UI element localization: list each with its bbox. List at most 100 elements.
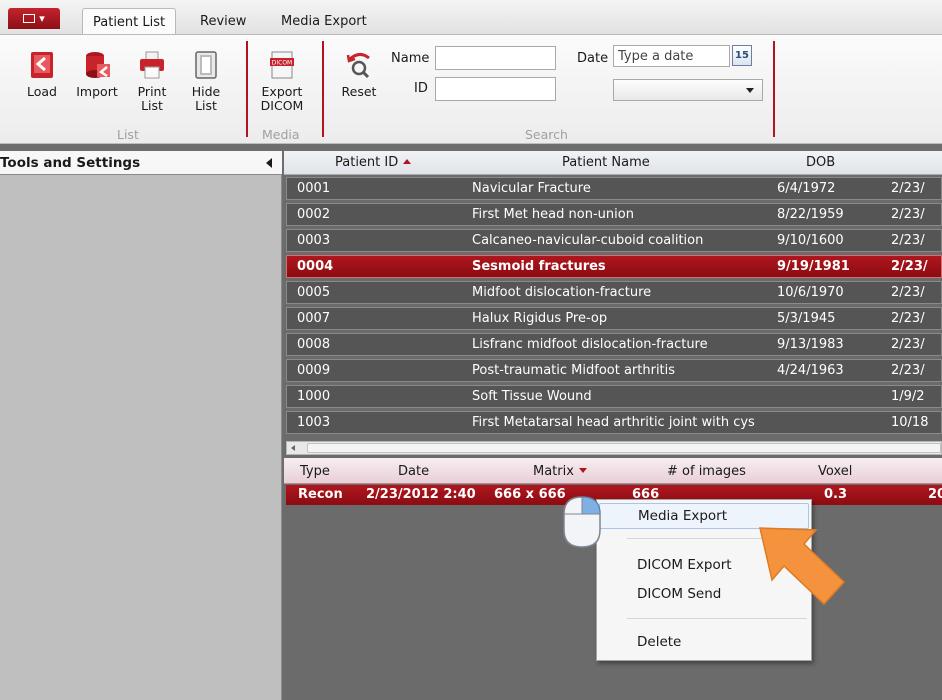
patient-row[interactable]: 1003 First Metatarsal head arthritic joi…: [286, 411, 942, 434]
column-header-patient-name[interactable]: Patient Name: [562, 155, 650, 170]
patient-row-selected[interactable]: 0004 Sesmoid fractures 9/19/1981 2/23/: [286, 255, 942, 278]
calendar-icon[interactable]: 15: [732, 45, 752, 66]
patient-row[interactable]: 0003 Calcaneo-navicular-cuboid coalition…: [286, 229, 942, 252]
ribbon: Load Import Print List Hide List List DI…: [0, 34, 942, 144]
search-filter-combobox[interactable]: [613, 79, 763, 101]
patient-date-cell: 2/23/: [891, 337, 925, 352]
horizontal-scrollbar[interactable]: [286, 441, 942, 455]
tab-patient-list[interactable]: Patient List: [82, 8, 177, 35]
export-dicom-line1: Export: [261, 84, 303, 99]
patient-id-cell: 0007: [297, 311, 331, 326]
patient-name-cell: Post-traumatic Midfoot arthritis: [472, 363, 676, 378]
load-button[interactable]: Load: [24, 50, 60, 99]
scrollbar-thumb[interactable]: [307, 443, 941, 453]
dicom-file-icon: DICOM: [270, 51, 294, 79]
patient-name-cell: Soft Tissue Wound: [472, 389, 592, 404]
series-voxel-cell: 0.3: [824, 487, 848, 502]
patient-dob-cell: 9/10/1600: [777, 233, 844, 248]
patient-grid-header: Patient ID Patient Name DOB: [284, 151, 942, 175]
print-list-button[interactable]: Print List: [134, 50, 170, 113]
menu-item-dicom-export[interactable]: DICOM Export: [637, 557, 732, 573]
patient-row[interactable]: 0001 Navicular Fracture 6/4/1972 2/23/: [286, 177, 942, 200]
chevron-down-icon: [746, 88, 754, 93]
hide-list-icon: [195, 51, 217, 79]
patient-date-cell: 2/23/: [891, 181, 925, 196]
patient-dob-cell: 9/13/1983: [777, 337, 844, 352]
group-label-media: Media: [262, 127, 300, 142]
patient-row[interactable]: 0008 Lisfranc midfoot dislocation-fractu…: [286, 333, 942, 356]
date-input[interactable]: [613, 45, 730, 67]
series-grid-header: Type Date Matrix # of images Voxel: [284, 458, 942, 484]
patient-row[interactable]: 0009 Post-traumatic Midfoot arthritis 4/…: [286, 359, 942, 382]
name-label: Name: [391, 51, 430, 66]
patient-id-cell: 0004: [297, 259, 334, 274]
import-icon: [86, 52, 110, 78]
patient-name-cell: First Metatarsal head arthritic joint wi…: [472, 415, 755, 430]
print-label-line2: List: [141, 98, 163, 113]
id-input[interactable]: [435, 77, 556, 101]
patient-date-cell: 2/23/: [891, 285, 925, 300]
patient-id-cell: 0009: [297, 363, 331, 378]
patient-id-header-label: Patient ID: [335, 155, 399, 170]
patient-id-cell: 1000: [297, 389, 331, 404]
menu-item-delete[interactable]: Delete: [637, 634, 681, 650]
column-header-patient-id[interactable]: Patient ID: [335, 155, 412, 170]
export-dicom-button[interactable]: DICOM Export DICOM: [256, 50, 308, 113]
tab-media-export[interactable]: Media Export: [271, 8, 377, 35]
menu-separator: [627, 618, 807, 619]
patient-date-cell: 10/18: [891, 415, 929, 430]
export-dicom-line2: DICOM: [260, 98, 304, 113]
chevron-down-icon: ▾: [39, 12, 45, 25]
patient-id-cell: 0008: [297, 337, 331, 352]
scroll-left-icon[interactable]: [291, 445, 295, 451]
patient-dob-cell: 9/19/1981: [777, 259, 850, 274]
ribbon-separator: [773, 41, 775, 137]
app-menu-button[interactable]: ▾: [8, 8, 60, 29]
pointer-arrow-icon: [759, 527, 846, 606]
reset-button[interactable]: Reset: [338, 50, 380, 99]
patient-id-cell: 1003: [297, 415, 331, 430]
sort-descending-icon: [578, 468, 587, 473]
patient-dob-cell: 5/3/1945: [777, 311, 836, 326]
group-label-list: List: [117, 127, 139, 142]
menu-grid-icon: [23, 14, 36, 23]
patient-date-cell: 2/23/: [891, 207, 925, 222]
column-header-voxel[interactable]: Voxel: [818, 464, 852, 479]
tools-settings-panel: Tools and Settings: [0, 151, 282, 700]
collapse-panel-icon[interactable]: [266, 158, 272, 168]
patient-name-cell: Sesmoid fractures: [472, 259, 606, 274]
menu-item-dicom-send[interactable]: DICOM Send: [637, 586, 721, 602]
column-header-image-count[interactable]: # of images: [667, 464, 746, 479]
name-input[interactable]: [435, 46, 556, 70]
load-icon: [31, 52, 53, 78]
print-label-line1: Print: [137, 84, 167, 99]
patient-dob-cell: 8/22/1959: [777, 207, 844, 222]
import-label: Import: [76, 84, 118, 99]
group-label-search: Search: [525, 127, 568, 142]
patient-row[interactable]: 0005 Midfoot dislocation-fracture 10/6/1…: [286, 281, 942, 304]
column-header-matrix[interactable]: Matrix: [533, 464, 587, 479]
column-header-type[interactable]: Type: [300, 464, 330, 479]
column-header-dob[interactable]: DOB: [806, 155, 835, 170]
hide-list-button[interactable]: Hide List: [188, 50, 224, 113]
patient-id-cell: 0002: [297, 207, 331, 222]
patient-row[interactable]: 1000 Soft Tissue Wound 1/9/2: [286, 385, 942, 408]
ribbon-separator: [246, 41, 248, 137]
import-button[interactable]: Import: [73, 50, 121, 99]
patient-id-cell: 0005: [297, 285, 331, 300]
patient-row[interactable]: 0002 First Met head non-union 8/22/1959 …: [286, 203, 942, 226]
series-type-cell: Recon: [298, 487, 343, 502]
patient-name-cell: Calcaneo-navicular-cuboid coalition: [472, 233, 704, 248]
patient-dob-cell: 10/6/1970: [777, 285, 844, 300]
hide-label-line2: List: [195, 98, 217, 113]
patient-name-cell: Midfoot dislocation-fracture: [472, 285, 652, 300]
column-header-date[interactable]: Date: [398, 464, 429, 479]
reset-search-icon: [346, 53, 370, 79]
patient-date-cell: 1/9/2: [891, 389, 925, 404]
ribbon-separator: [322, 41, 324, 137]
patient-row[interactable]: 0007 Halux Rigidus Pre-op 5/3/1945 2/23/: [286, 307, 942, 330]
patient-name-cell: Halux Rigidus Pre-op: [472, 311, 608, 326]
tab-review[interactable]: Review: [190, 8, 256, 35]
mouse-right-click-icon: [563, 496, 601, 548]
patient-dob-cell: 4/24/1963: [777, 363, 844, 378]
